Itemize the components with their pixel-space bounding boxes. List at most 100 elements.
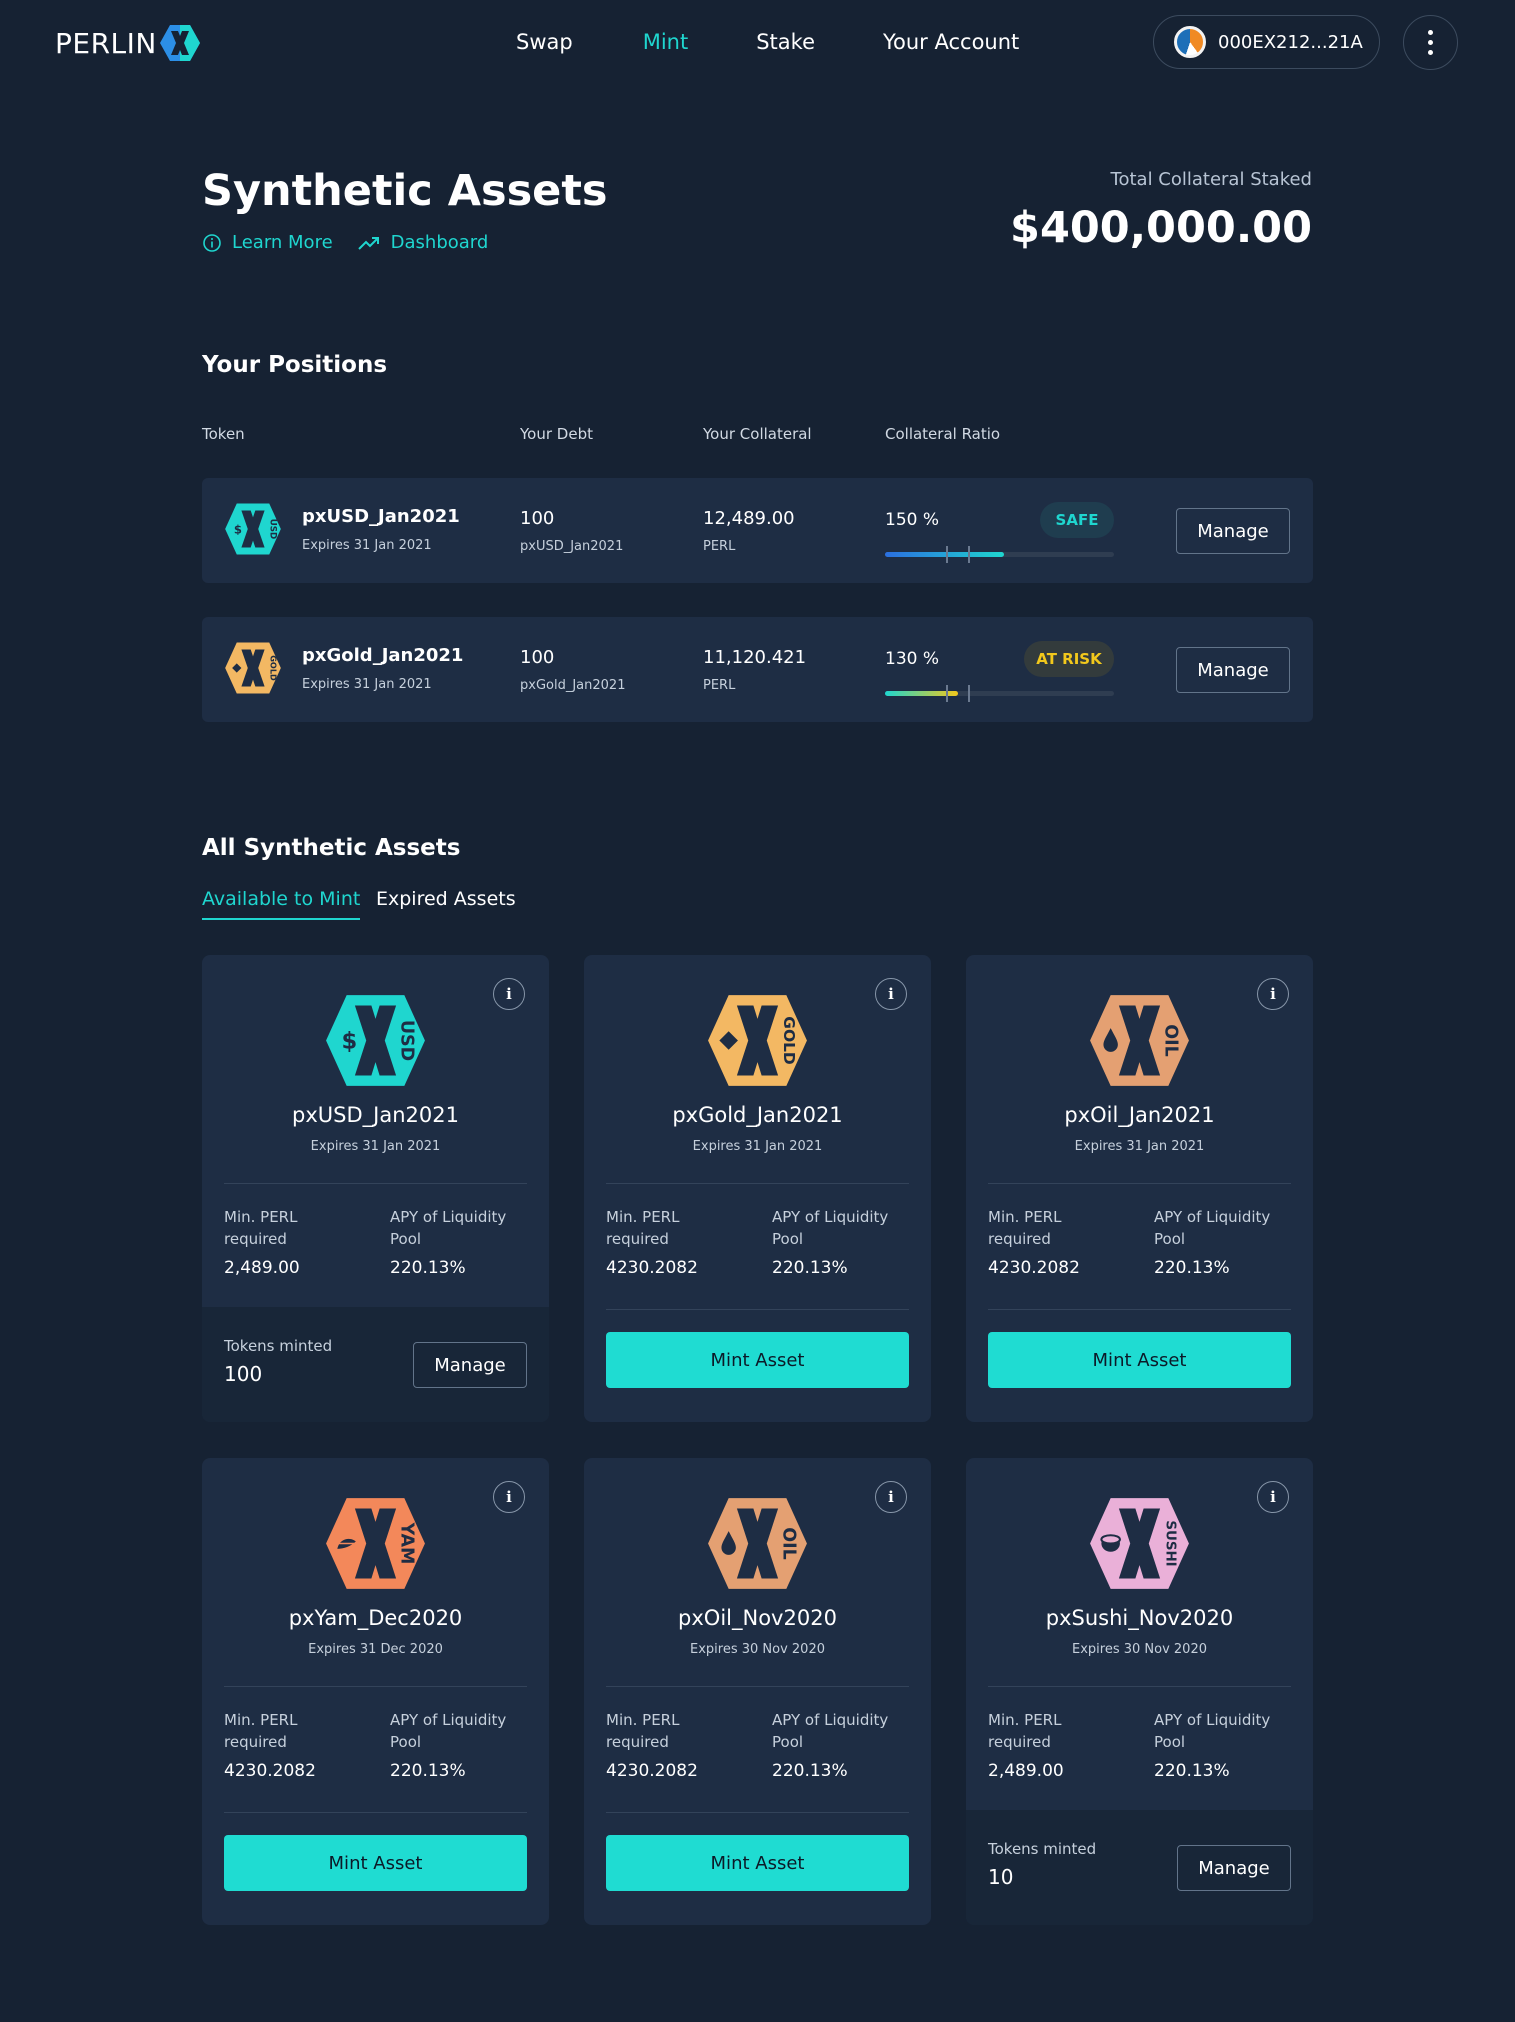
apy-value: 220.13% bbox=[1154, 1258, 1230, 1278]
learn-more-link[interactable]: Learn More bbox=[202, 232, 333, 253]
ratio-tick bbox=[968, 685, 970, 702]
svg-text:$: $ bbox=[342, 1029, 358, 1055]
manage-button[interactable]: Manage bbox=[1176, 647, 1290, 693]
info-icon[interactable]: i bbox=[1257, 978, 1289, 1010]
col-token: Token bbox=[202, 425, 245, 443]
position-name: pxUSD_Jan2021 bbox=[302, 506, 460, 527]
wallet-address: 000EX212...21A bbox=[1218, 31, 1363, 53]
tokens-minted-label: Tokens minted bbox=[988, 1840, 1097, 1858]
col-ratio: Collateral Ratio bbox=[885, 425, 1001, 443]
svg-text:SUSHI: SUSHI bbox=[1162, 1520, 1177, 1566]
position-collateral-unit: PERL bbox=[703, 539, 736, 554]
position-collateral: 12,489.00 bbox=[703, 508, 795, 529]
info-icon[interactable]: i bbox=[875, 978, 907, 1010]
more-menu-button[interactable] bbox=[1403, 15, 1458, 70]
divider bbox=[606, 1183, 909, 1184]
divider bbox=[224, 1183, 527, 1184]
status-badge: AT RISK bbox=[1024, 641, 1114, 677]
nav-stake[interactable]: Stake bbox=[756, 30, 815, 54]
divider bbox=[224, 1812, 527, 1813]
manage-button[interactable]: Manage bbox=[413, 1342, 527, 1388]
apy-label: APY of Liquidity Pool bbox=[772, 1711, 889, 1751]
brand-logo[interactable]: PERLIN bbox=[55, 24, 201, 62]
asset-card: i SUSHI pxSushi_Nov2020 Expires 30 Nov 2020… bbox=[966, 1458, 1313, 1925]
mint-asset-button[interactable]: Mint Asset bbox=[224, 1835, 527, 1891]
divider bbox=[224, 1686, 527, 1687]
mint-asset-button[interactable]: Mint Asset bbox=[988, 1332, 1291, 1388]
svg-text:USD: USD bbox=[396, 1020, 416, 1061]
info-icon[interactable]: i bbox=[1257, 1481, 1289, 1513]
mint-asset-button[interactable]: Mint Asset bbox=[606, 1332, 909, 1388]
svg-text:OIL: OIL bbox=[1160, 1024, 1180, 1057]
manage-button[interactable]: Manage bbox=[1176, 508, 1290, 554]
gold-token-icon: GOLD bbox=[225, 642, 281, 694]
asset-name: pxSushi_Nov2020 bbox=[1045, 1606, 1234, 1630]
divider bbox=[988, 1686, 1291, 1687]
min-perl-label: Min. PERL required bbox=[224, 1208, 298, 1248]
position-debt-unit: pxUSD_Jan2021 bbox=[520, 539, 624, 554]
min-perl-value: 2,489.00 bbox=[224, 1258, 300, 1278]
apy-value: 220.13% bbox=[772, 1258, 848, 1278]
divider bbox=[606, 1309, 909, 1310]
asset-expiry: Expires 31 Jan 2021 bbox=[692, 1139, 823, 1154]
mint-asset-button[interactable]: Mint Asset bbox=[606, 1835, 909, 1891]
dashboard-label: Dashboard bbox=[390, 232, 489, 253]
asset-name: pxYam_Dec2020 bbox=[288, 1606, 463, 1630]
position-debt: 100 bbox=[520, 508, 555, 529]
usd-token-icon: $ USD bbox=[225, 503, 281, 555]
min-perl-label: Min. PERL required bbox=[988, 1711, 1062, 1751]
min-perl-value: 4230.2082 bbox=[988, 1258, 1080, 1278]
divider bbox=[606, 1812, 909, 1813]
apy-label: APY of Liquidity Pool bbox=[1154, 1711, 1271, 1751]
status-badge: SAFE bbox=[1040, 502, 1114, 538]
asset-name: pxGold_Jan2021 bbox=[672, 1103, 843, 1127]
svg-text:YAM: YAM bbox=[396, 1522, 416, 1565]
page-title: Synthetic Assets bbox=[202, 166, 608, 216]
nav-your-account[interactable]: Your Account bbox=[883, 30, 1019, 54]
svg-text:USD: USD bbox=[267, 519, 277, 540]
tab-expired-assets[interactable]: Expired Assets bbox=[376, 888, 516, 918]
apy-label: APY of Liquidity Pool bbox=[390, 1711, 507, 1751]
wallet-button[interactable]: 000EX212...21A bbox=[1153, 15, 1380, 69]
position-collateral-unit: PERL bbox=[703, 678, 736, 693]
info-icon[interactable]: i bbox=[493, 1481, 525, 1513]
nav-mint[interactable]: Mint bbox=[643, 30, 689, 54]
tab-available-to-mint[interactable]: Available to Mint bbox=[202, 888, 361, 920]
ratio-bar bbox=[885, 685, 1114, 702]
tokens-minted-label: Tokens minted bbox=[224, 1337, 333, 1355]
tokens-minted-panel: Tokens minted 10 Manage bbox=[966, 1810, 1313, 1925]
position-name: pxGold_Jan2021 bbox=[302, 645, 464, 666]
min-perl-label: Min. PERL required bbox=[606, 1711, 680, 1751]
manage-button[interactable]: Manage bbox=[1177, 1845, 1291, 1891]
apy-label: APY of Liquidity Pool bbox=[390, 1208, 507, 1248]
position-expiry: Expires 31 Jan 2021 bbox=[302, 677, 432, 692]
info-icon[interactable]: i bbox=[493, 978, 525, 1010]
total-collateral-label: Total Collateral Staked bbox=[1110, 169, 1312, 190]
divider bbox=[988, 1309, 1291, 1310]
info-circle-icon bbox=[203, 233, 221, 252]
logo-x-icon bbox=[159, 25, 200, 61]
ratio-bar-fill bbox=[885, 552, 1005, 557]
asset-card: i OIL pxOil_Nov2020 Expires 30 Nov 2020 Min.… bbox=[584, 1458, 931, 1925]
col-collateral: Your Collateral bbox=[703, 425, 812, 443]
asset-name: pxOil_Jan2021 bbox=[1064, 1103, 1215, 1127]
usd-token-icon: $ USD bbox=[326, 995, 425, 1086]
min-perl-label: Min. PERL required bbox=[988, 1208, 1062, 1248]
oil-token-icon: OIL bbox=[1090, 995, 1189, 1086]
position-collateral: 11,120.421 bbox=[703, 647, 807, 668]
min-perl-value: 4230.2082 bbox=[606, 1258, 698, 1278]
info-icon[interactable]: i bbox=[875, 1481, 907, 1513]
position-debt-unit: pxGold_Jan2021 bbox=[520, 678, 626, 693]
asset-card: i YAM pxYam_Dec2020 Expires 31 Dec 2020 Min.… bbox=[202, 1458, 549, 1925]
min-perl-label: Min. PERL required bbox=[224, 1711, 298, 1751]
tokens-minted-value: 10 bbox=[988, 1865, 1014, 1889]
tokens-minted-value: 100 bbox=[224, 1362, 263, 1386]
asset-expiry: Expires 31 Jan 2021 bbox=[310, 1139, 441, 1154]
gold-token-icon: GOLD bbox=[708, 995, 807, 1086]
asset-expiry: Expires 30 Nov 2020 bbox=[690, 1642, 825, 1657]
apy-value: 220.13% bbox=[390, 1761, 466, 1781]
dashboard-link[interactable]: Dashboard bbox=[357, 232, 489, 253]
asset-expiry: Expires 30 Nov 2020 bbox=[1072, 1642, 1207, 1657]
nav-swap[interactable]: Swap bbox=[516, 30, 573, 54]
tokens-minted-panel: Tokens minted 100 Manage bbox=[202, 1307, 549, 1422]
